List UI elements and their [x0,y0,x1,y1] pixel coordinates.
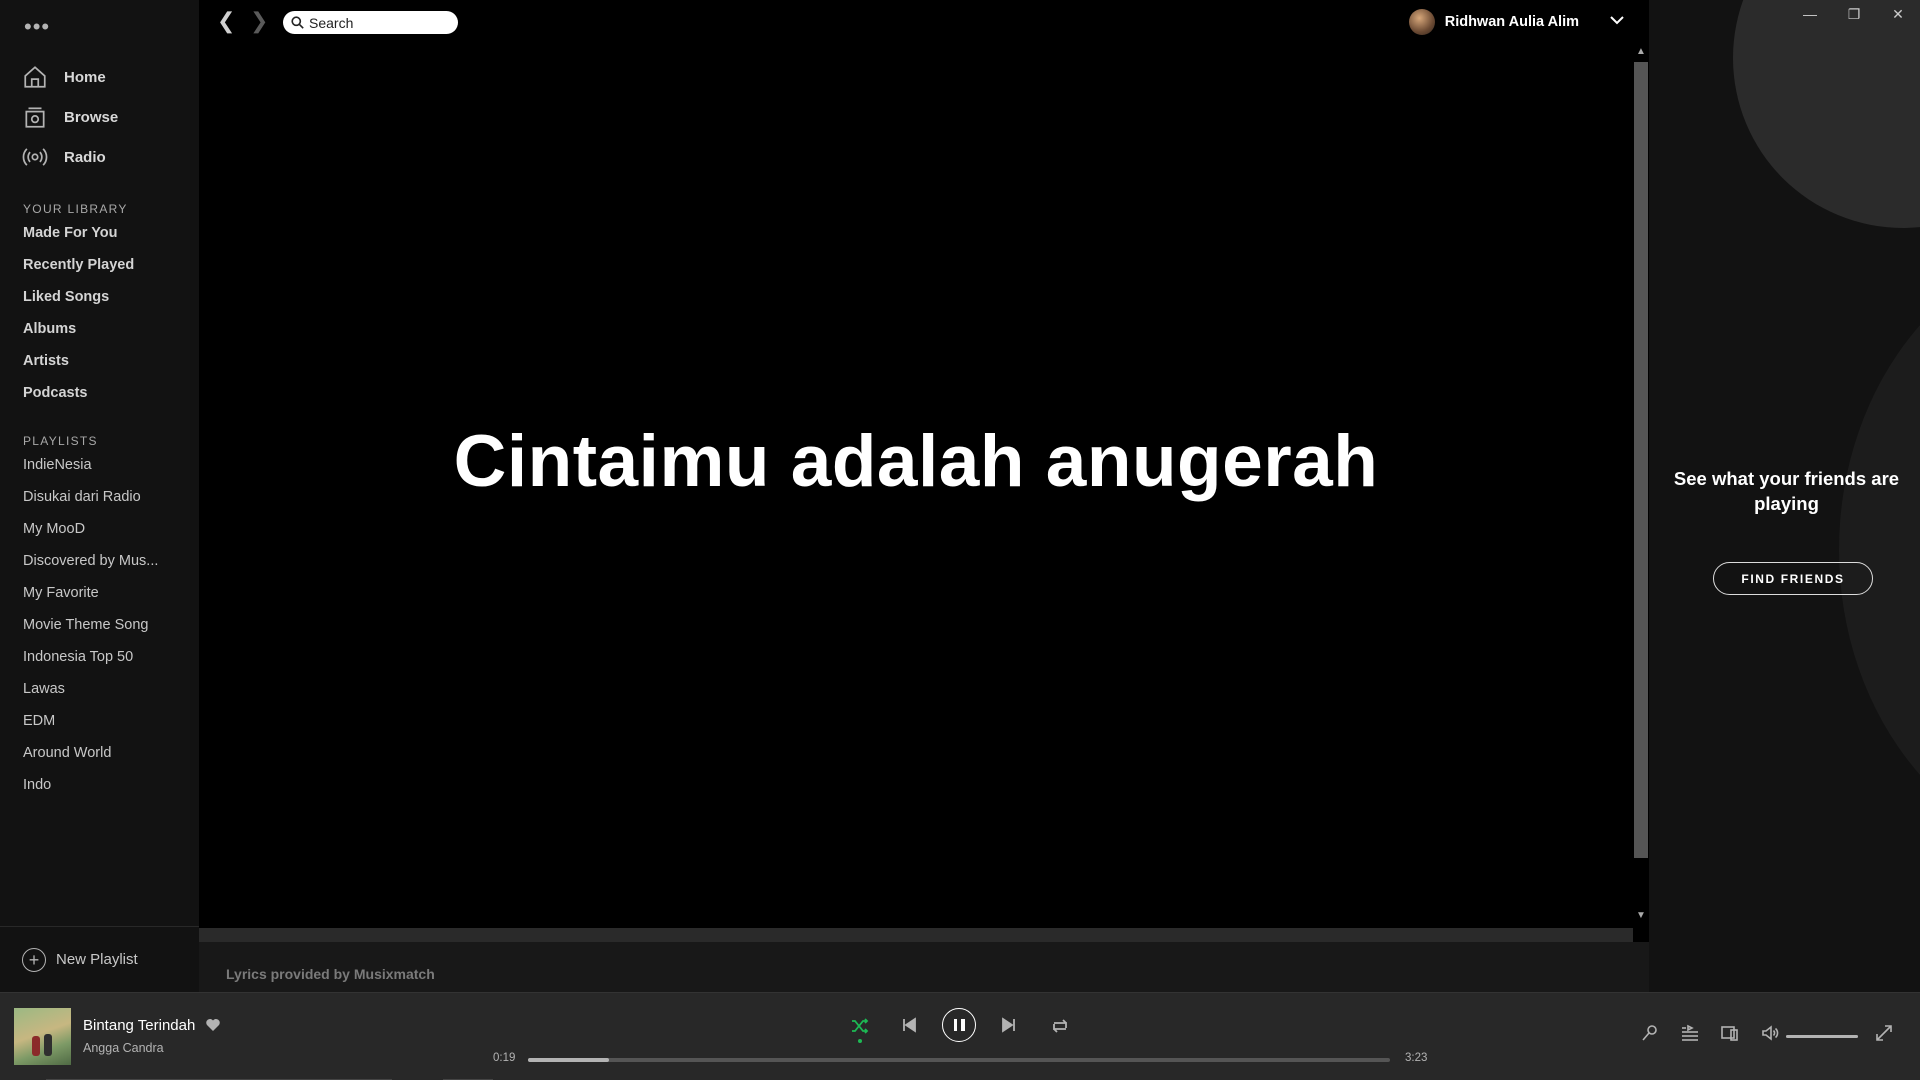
current-lyric-line: Cintaimu adalah anugerah [453,420,1379,502]
shuffle-icon[interactable] [851,1017,869,1043]
fullscreen-icon[interactable] [1875,1024,1893,1047]
library-item-liked-songs[interactable]: Liked Songs [23,289,109,305]
friends-title: See what your friends are playing [1673,468,1900,514]
playlist-item[interactable]: Discovered by Mus... [23,553,173,569]
pause-icon [961,1019,965,1031]
devices-icon[interactable] [1721,1024,1739,1047]
shuffle-active-indicator [858,1039,862,1043]
player-bar: Bintang Terindah Angga Candra 0:19 3:23 [0,992,1920,1080]
queue-icon[interactable] [1681,1024,1699,1047]
sidebar: ••• Home Browse Radio YOUR LIBRARY Made … [0,0,199,992]
previous-track-icon[interactable] [901,1017,917,1038]
search-input[interactable] [309,14,449,31]
nav-radio-label: Radio [64,148,106,166]
decorative-circle [1839,240,1920,860]
minimize-icon[interactable]: — [1788,0,1832,28]
nav-browse-label: Browse [64,108,119,126]
pause-icon [953,1019,957,1031]
topbar: ❮ ❯ Ridhwan Aulia Alim [199,0,1649,44]
user-name: Ridhwan Aulia Alim [1444,14,1579,30]
spotify-app: ••• Home Browse Radio YOUR LIBRARY Made … [0,0,1920,1080]
nav-radio[interactable]: Radio [22,141,106,173]
forward-arrow-icon[interactable]: ❯ [250,10,268,32]
radio-icon [22,148,48,166]
lyrics-footer: Lyrics provided by Musixmatch [199,942,1649,992]
friend-activity-panel: — ❐ ✕ See what your friends are playing … [1649,0,1920,992]
lyrics-provider: Lyrics provided by Musixmatch [226,966,435,982]
library-item-albums[interactable]: Albums [23,321,76,337]
volume-slider[interactable] [1786,1035,1858,1038]
heart-icon[interactable] [205,1017,221,1038]
scroll-up-icon[interactable]: ▲ [1636,46,1646,57]
pause-button[interactable] [942,1008,976,1042]
vertical-scrollbar[interactable]: ▲ ▼ [1633,44,1649,928]
total-duration: 3:23 [1405,1052,1428,1064]
library-item-recently-played[interactable]: Recently Played [23,257,134,273]
playlist-item[interactable]: Indo [23,777,173,793]
chevron-down-icon[interactable] [1589,12,1625,32]
browse-icon [25,107,45,128]
volume-icon[interactable] [1761,1024,1779,1047]
elapsed-time: 0:19 [493,1052,516,1064]
restore-icon[interactable]: ❐ [1832,0,1876,28]
next-track-icon[interactable] [1001,1017,1017,1038]
library-item-artists[interactable]: Artists [23,353,69,369]
close-icon[interactable]: ✕ [1876,0,1920,28]
find-friends-button[interactable]: FIND FRIENDS [1713,562,1873,595]
progress-bar[interactable] [528,1058,1390,1062]
search-box[interactable] [283,11,458,34]
playlist-item[interactable]: Disukai dari Radio [23,489,173,505]
playlist-item[interactable]: My Favorite [23,585,173,601]
playlist-item[interactable]: Movie Theme Song [23,617,173,633]
nav-browse[interactable]: Browse [22,101,118,133]
progress-fill [528,1058,610,1062]
avatar [1408,9,1435,35]
playlist-item[interactable]: My MooD [23,521,173,537]
track-title[interactable]: Bintang Terindah [83,1017,195,1034]
library-item-podcasts[interactable]: Podcasts [23,385,87,401]
playlist-item[interactable]: Indonesia Top 50 [23,649,173,665]
window-controls: — ❐ ✕ [1788,0,1920,30]
track-artist[interactable]: Angga Candra [83,1041,164,1055]
library-section-title: YOUR LIBRARY [23,202,128,216]
playlists-section-title: PLAYLISTS [23,434,98,448]
plus-icon: + [22,947,46,972]
scroll-down-icon[interactable]: ▼ [1636,910,1646,921]
playlist-item[interactable]: Around World [23,745,173,761]
new-playlist-label: New Playlist [56,951,138,968]
more-options-icon[interactable]: ••• [24,16,50,38]
search-icon [291,16,304,29]
back-arrow-icon[interactable]: ❮ [217,10,235,32]
album-art[interactable] [14,1008,71,1065]
decorative-circle [1733,0,1920,228]
nav-home-label: Home [64,68,106,86]
playlist-item[interactable]: EDM [23,713,173,729]
album-figure [32,1036,40,1056]
lyrics-mic-icon[interactable] [1641,1024,1659,1047]
library-item-made-for-you[interactable]: Made For You [23,225,118,241]
user-menu[interactable]: Ridhwan Aulia Alim [1408,9,1625,35]
album-figure [44,1034,52,1056]
nav-home[interactable]: Home [22,61,106,93]
horizontal-scrollbar[interactable] [199,928,1633,942]
playlist-item[interactable]: Lawas [23,681,173,697]
playlist-item[interactable]: IndieNesia [23,457,173,473]
scrollbar-thumb[interactable] [1634,62,1648,858]
new-playlist-button[interactable]: + New Playlist [0,926,199,992]
lyrics-view: Cintaimu adalah anugerah [199,44,1633,928]
main-content: ❮ ❯ Ridhwan Aulia Alim Cintaimu adalah a… [199,0,1649,992]
volume-fill [1786,1035,1858,1038]
repeat-icon[interactable] [1051,1017,1069,1040]
home-icon [24,66,46,88]
